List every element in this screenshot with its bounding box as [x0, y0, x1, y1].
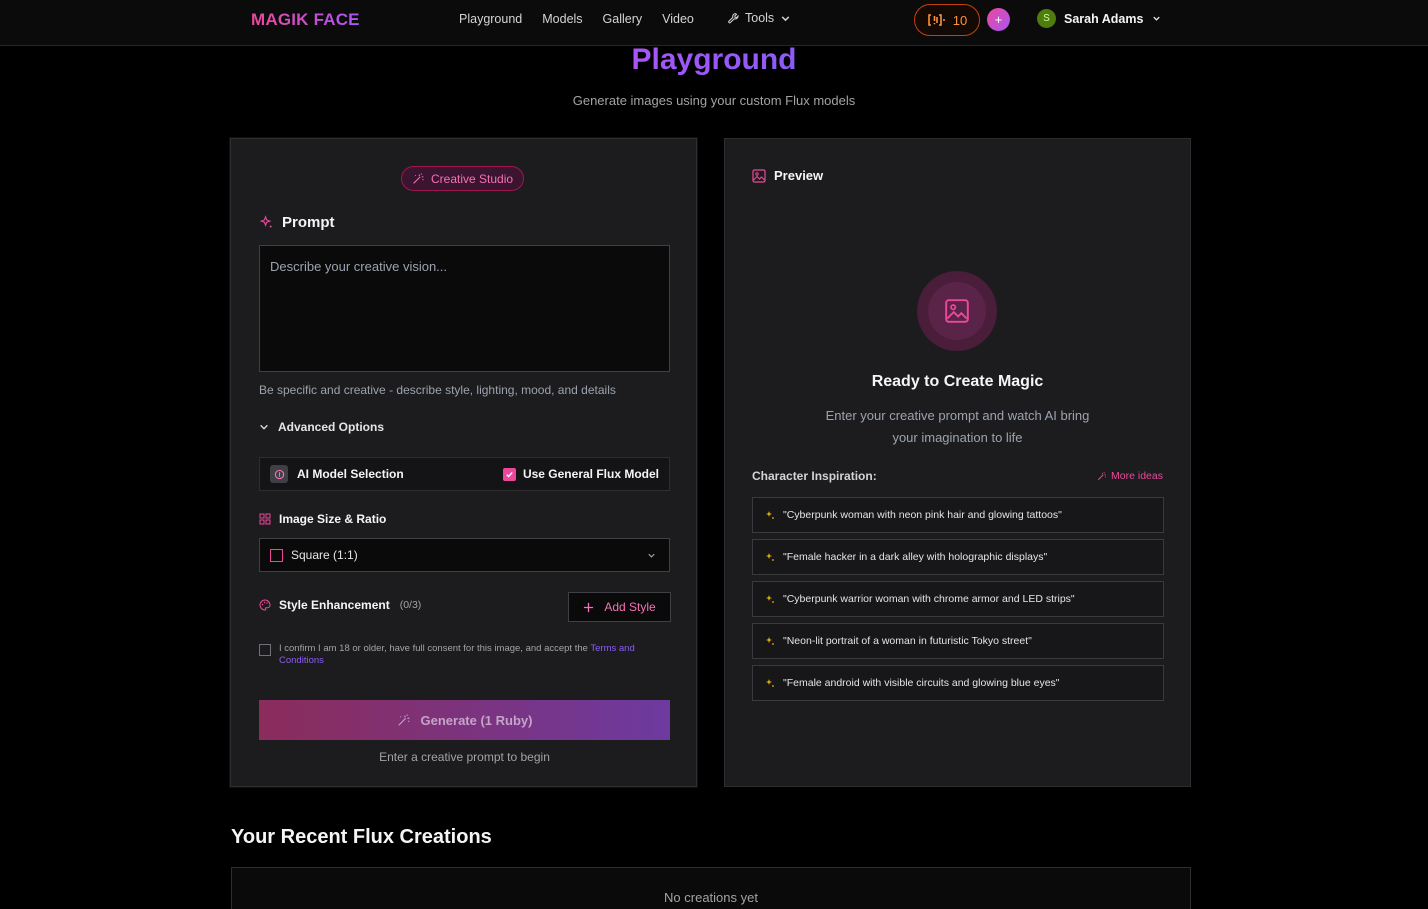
inspiration-text: "Cyberpunk woman with neon pink hair and… [783, 509, 1062, 521]
logo[interactable]: MAGIK FACE [251, 10, 360, 30]
general-flux-checkbox[interactable] [502, 467, 516, 481]
recent-creations-box: No creations yet [231, 867, 1191, 909]
image-size-heading: Image Size & Ratio [259, 512, 386, 526]
magic-wand-icon [397, 714, 410, 726]
empty-state: No creations yet [664, 890, 758, 905]
generate-label: Generate (1 Ruby) [420, 712, 533, 728]
chevron-down-icon [260, 424, 268, 430]
inspiration-text: "Neon-lit portrait of a woman in futuris… [783, 635, 1032, 647]
inspiration-item[interactable]: "Female hacker in a dark alley with holo… [752, 539, 1164, 575]
recent-creations-title: Your Recent Flux Creations [231, 826, 492, 848]
inspiration-item[interactable]: "Cyberpunk woman with neon pink hair and… [752, 497, 1164, 533]
image-icon [752, 168, 766, 183]
style-count: (0/3) [399, 599, 422, 611]
sparkles-icon [259, 215, 273, 229]
badge-label: Creative Studio [431, 171, 514, 186]
top-nav: MAGIK FACE Playground Models Gallery Vid… [0, 0, 1428, 46]
ready-title: Ready to Create Magic [871, 373, 1044, 390]
generate-button[interactable]: Generate (1 Ruby) [259, 700, 670, 740]
plus-icon [584, 602, 594, 612]
preview-heading: Preview [752, 168, 823, 183]
general-flux-toggle[interactable]: Use General Flux Model [502, 467, 659, 481]
magic-wand-icon [413, 173, 424, 184]
inspiration-text: "Cyberpunk warrior woman with chrome arm… [783, 593, 1075, 605]
image-size-value: Square (1:1) [291, 548, 358, 562]
sparkles-icon [766, 679, 774, 687]
ruby-balance[interactable]: 10 [914, 4, 980, 36]
ruby-count: 10 [952, 12, 968, 28]
consent-checkbox[interactable] [259, 644, 271, 656]
magic-wand-icon [1097, 471, 1107, 481]
check-icon [506, 471, 513, 478]
inspiration-list: "Cyberpunk woman with neon pink hair and… [752, 497, 1164, 707]
general-flux-label: Use General Flux Model [522, 467, 659, 481]
add-style-label: Add Style [604, 600, 656, 614]
cpu-icon [270, 465, 288, 483]
chevron-down-icon [648, 553, 655, 558]
sparkles-icon [766, 553, 774, 561]
page-subtitle: Generate images using your custom Flux m… [572, 93, 856, 108]
prompt-input[interactable] [259, 245, 670, 372]
inspiration-text: "Female hacker in a dark alley with holo… [783, 551, 1048, 563]
more-ideas-label: More ideas [1111, 470, 1163, 482]
page-title-wrap: Playground [0, 43, 1428, 77]
consent-text: I confirm I am 18 or older, have full co… [279, 643, 591, 654]
tools-label: Tools [745, 11, 775, 25]
inspiration-item[interactable]: "Female android with visible circuits an… [752, 665, 1164, 701]
nav-link-gallery[interactable]: Gallery [603, 12, 643, 26]
add-style-button[interactable]: Add Style [568, 592, 671, 622]
image-size-label: Image Size & Ratio [279, 512, 387, 526]
consent-text-wrap: I confirm I am 18 or older, have full co… [279, 643, 670, 667]
nav-link-playground[interactable]: Playground [459, 12, 522, 26]
ruby-icon [927, 14, 945, 26]
grid-icon [259, 513, 271, 525]
generate-hint: Enter a creative prompt to begin [379, 750, 550, 764]
preview-panel: Preview Ready to Create Magic Enter your… [724, 138, 1191, 787]
nav-link-models[interactable]: Models [542, 12, 582, 26]
palette-icon [259, 599, 271, 611]
more-ideas-button[interactable]: More ideas [1097, 470, 1163, 482]
buy-ruby-button[interactable]: + [987, 8, 1010, 31]
square-ratio-icon [270, 548, 283, 562]
prompt-heading: Prompt [259, 214, 335, 231]
image-icon [945, 299, 969, 323]
nav-link-video[interactable]: Video [662, 12, 694, 26]
user-name: Sarah Adams [1064, 11, 1144, 26]
image-size-select[interactable]: Square (1:1) [259, 538, 670, 572]
ready-subtitle-line-1: Enter your creative prompt and watch AI … [825, 408, 1090, 423]
chevron-down-icon [1153, 16, 1161, 21]
user-menu[interactable]: S Sarah Adams [1037, 9, 1162, 28]
preview-placeholder-ring [917, 271, 997, 351]
chevron-down-icon [781, 15, 790, 21]
sparkles-icon [766, 511, 774, 519]
inspiration-item[interactable]: "Cyberpunk warrior woman with chrome arm… [752, 581, 1164, 617]
wrench-icon [728, 12, 739, 23]
inspiration-text: "Female android with visible circuits an… [783, 677, 1060, 689]
advanced-options-toggle[interactable]: Advanced Options [259, 420, 384, 434]
tools-menu[interactable]: Tools [727, 11, 792, 25]
preview-placeholder-inner [928, 282, 986, 340]
preview-label: Preview [774, 168, 824, 183]
style-enhancement-heading: Style Enhancement (0/3) [259, 598, 421, 612]
sparkles-icon [766, 595, 774, 603]
advanced-options-label: Advanced Options [278, 420, 385, 434]
ready-subtitle: Enter your creative prompt and watch AI … [725, 405, 1190, 449]
avatar: S [1037, 9, 1056, 28]
ready-subtitle-line-2: your imagination to life [892, 430, 1023, 445]
sparkles-icon [766, 637, 774, 645]
consent-row: I confirm I am 18 or older, have full co… [259, 643, 670, 667]
prompt-label: Prompt [282, 214, 335, 231]
creative-studio-badge: Creative Studio [401, 166, 525, 191]
style-enhancement-label: Style Enhancement [279, 598, 390, 612]
nav-links: Playground Models Gallery Video [459, 12, 694, 26]
model-selection-row: AI Model Selection Use General Flux Mode… [259, 457, 670, 491]
page-title: Playground [631, 43, 797, 76]
inspiration-item[interactable]: "Neon-lit portrait of a woman in futuris… [752, 623, 1164, 659]
prompt-hint: Be specific and creative - describe styl… [259, 383, 616, 397]
character-inspiration-label: Character Inspiration: [752, 469, 877, 483]
editor-panel: Creative Studio Prompt Be specific and c… [230, 138, 697, 787]
model-selection-label: AI Model Selection [297, 467, 404, 481]
